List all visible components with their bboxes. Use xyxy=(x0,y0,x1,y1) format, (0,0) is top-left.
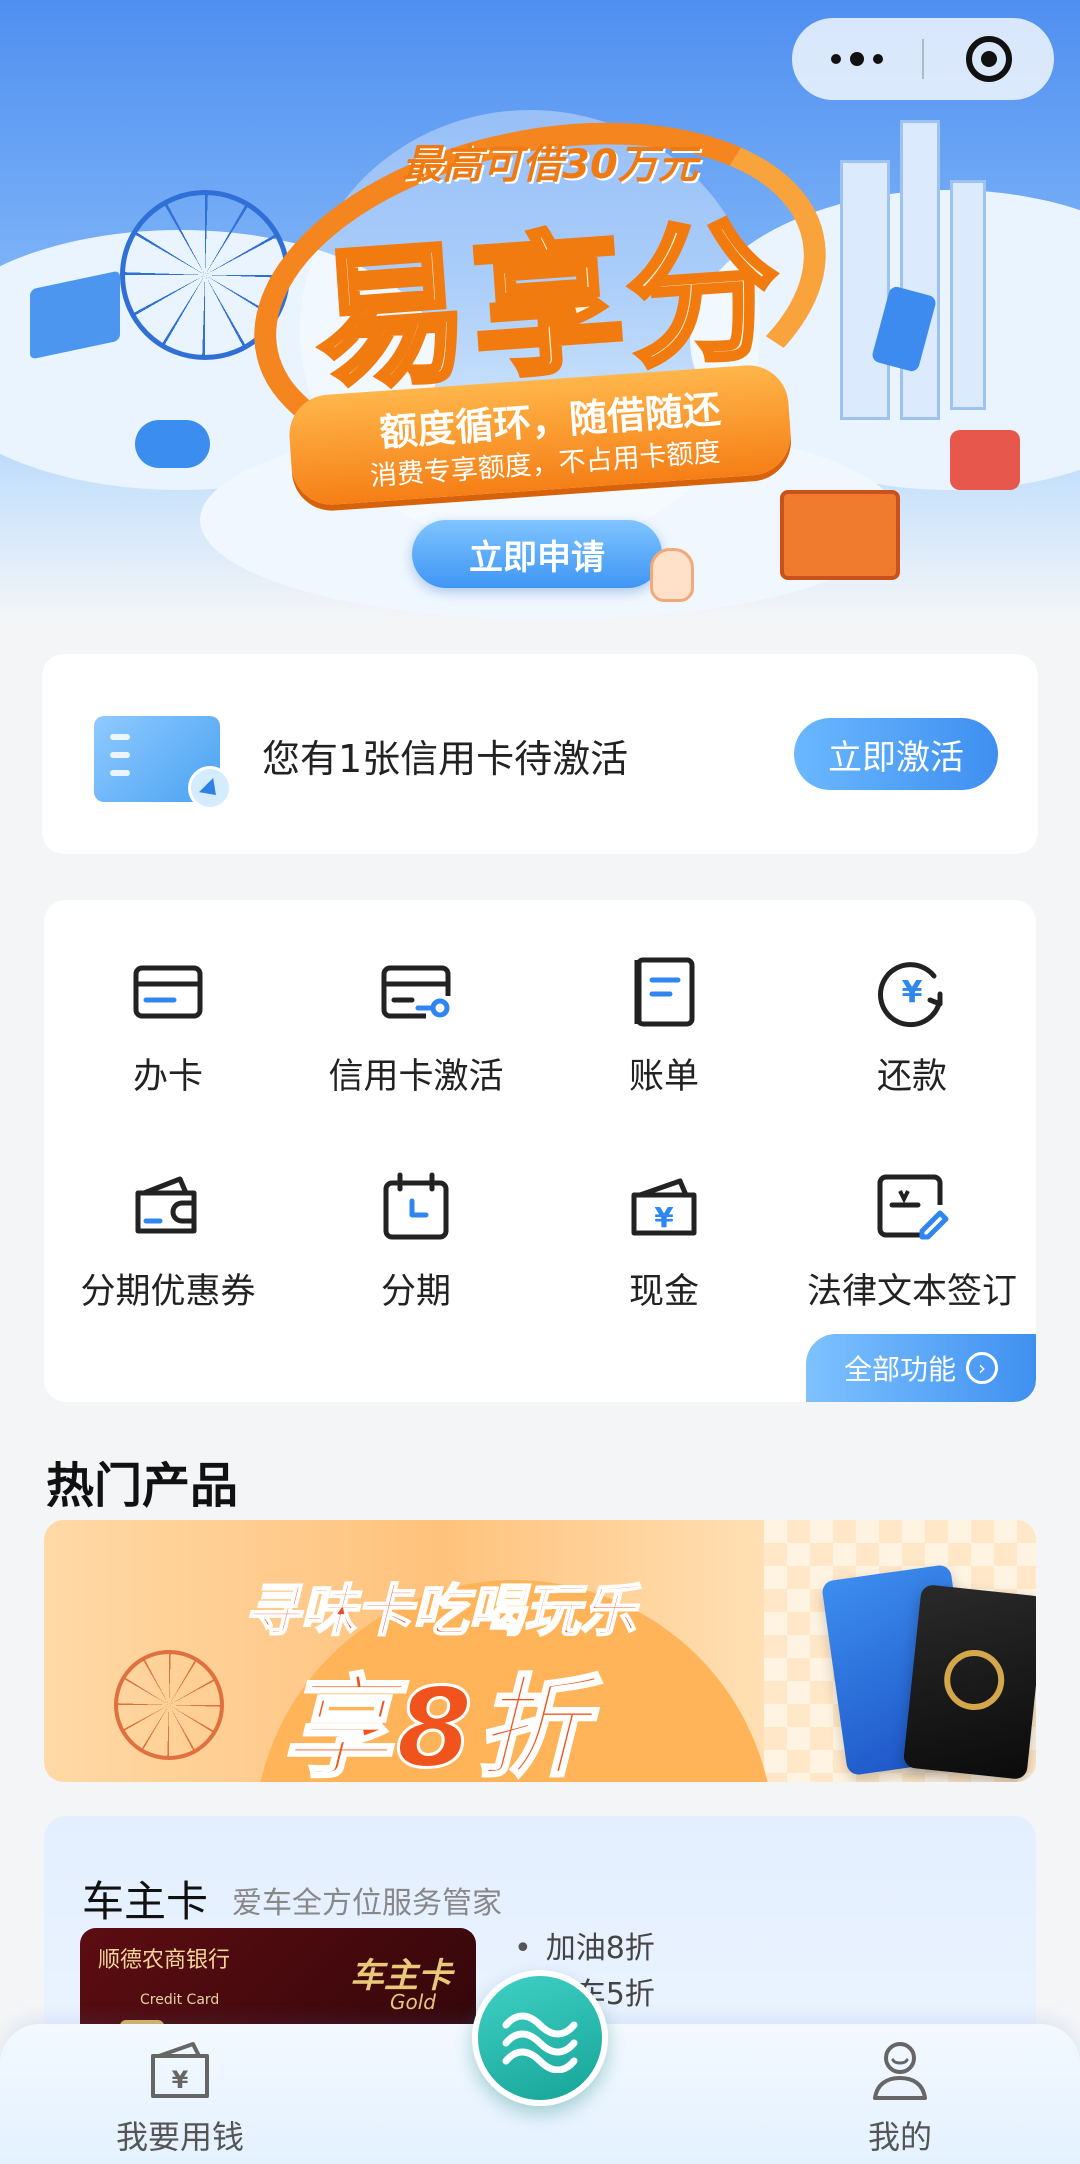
sign-document-icon xyxy=(874,1169,950,1245)
all-functions-label: 全部功能 xyxy=(843,1353,956,1386)
func-label: 办卡 xyxy=(132,1057,203,1097)
card-bank-name: 顺德农商银行 xyxy=(98,1948,231,1973)
ferris-wheel-icon xyxy=(114,1650,224,1760)
center-home-button[interactable] xyxy=(472,1970,608,2106)
func-installment-coupon[interactable]: 分期优惠券 xyxy=(44,1115,292,1315)
card-icon xyxy=(130,954,206,1030)
function-grid: 办卡 信用卡激活 账单 ¥ 还款 分期优惠券 分期 ¥ 现金 法律文本签订 全部… xyxy=(44,900,1036,1402)
gift-box-icon xyxy=(780,490,900,580)
cash-icon: ¥ xyxy=(626,1169,702,1245)
pointing-hand-icon xyxy=(650,548,694,602)
func-label: 分期 xyxy=(380,1272,451,1312)
tab-use-money[interactable]: ¥ 我要用钱 xyxy=(90,2038,270,2164)
func-label: 法律文本签订 xyxy=(806,1272,1017,1312)
calendar-icon xyxy=(378,1169,454,1245)
all-functions-button[interactable]: 全部功能 › xyxy=(806,1334,1036,1402)
promo-line2: 享8折 xyxy=(281,1663,591,1783)
handbag-icon xyxy=(950,430,1020,490)
building-decoration xyxy=(950,180,986,410)
func-card-activate[interactable]: 信用卡激活 xyxy=(292,900,540,1100)
activation-message: 您有1张信用卡待激活 xyxy=(262,737,629,781)
dot xyxy=(873,54,883,64)
func-repay[interactable]: ¥ 还款 xyxy=(788,900,1036,1100)
card-type: Credit Card xyxy=(140,1992,220,2008)
black-card-image xyxy=(902,1584,1036,1780)
building-decoration xyxy=(840,160,890,420)
promo-banner[interactable]: 寻味卡吃喝玩乐 享8折 xyxy=(44,1520,1036,1782)
product-subtitle: 爱车全方位服务管家 xyxy=(232,1886,502,1921)
card-tier: Gold xyxy=(390,1990,436,2014)
more-dots-icon[interactable] xyxy=(792,18,922,100)
wave-logo-icon xyxy=(502,2012,578,2073)
wallet-icon: ¥ xyxy=(147,2038,213,2102)
func-label: 账单 xyxy=(628,1057,699,1097)
building-decoration xyxy=(900,120,940,420)
target-core xyxy=(981,51,997,67)
svg-text:¥: ¥ xyxy=(654,1201,674,1234)
card-logo-icon xyxy=(941,1647,1008,1713)
apply-now-button[interactable]: 立即申请 xyxy=(412,520,662,588)
func-legal-sign[interactable]: 法律文本签订 xyxy=(788,1115,1036,1315)
target-ring xyxy=(966,36,1012,82)
tab-mine[interactable]: 我的 xyxy=(810,2038,990,2164)
svg-text:¥: ¥ xyxy=(902,975,923,1010)
tab-label: 我的 xyxy=(867,2118,932,2156)
func-apply-card[interactable]: 办卡 xyxy=(44,900,292,1100)
dot xyxy=(850,52,864,66)
func-bill[interactable]: 账单 xyxy=(540,900,788,1100)
bill-icon xyxy=(626,954,702,1030)
coupon-wallet-icon xyxy=(130,1169,206,1245)
func-label: 分期优惠券 xyxy=(80,1272,256,1312)
tab-label: 我要用钱 xyxy=(115,2118,244,2156)
close-miniprogram-icon[interactable] xyxy=(924,18,1054,100)
miniprogram-capsule xyxy=(792,18,1054,100)
card-line xyxy=(110,770,130,776)
user-icon xyxy=(867,2038,933,2102)
benefit-item: 加油8折 xyxy=(514,1926,655,1972)
repay-icon: ¥ xyxy=(874,954,950,1030)
activate-now-button[interactable]: 立即激活 xyxy=(794,718,998,790)
card-activate-icon xyxy=(378,954,454,1030)
product-title: 车主卡 xyxy=(82,1877,209,1926)
gamepad-icon xyxy=(135,420,210,468)
dot xyxy=(831,54,841,64)
func-label: 还款 xyxy=(876,1057,947,1097)
chevron-right-icon: › xyxy=(966,1352,998,1384)
func-cash[interactable]: ¥ 现金 xyxy=(540,1115,788,1315)
card-line xyxy=(110,734,130,740)
func-label: 信用卡激活 xyxy=(328,1057,504,1097)
func-label: 现金 xyxy=(628,1272,699,1312)
hot-products-title: 热门产品 xyxy=(46,1458,239,1514)
activation-card: 您有1张信用卡待激活 立即激活 xyxy=(42,654,1038,854)
promo-line1: 寻味卡吃喝玩乐 xyxy=(243,1578,637,1645)
svg-text:¥: ¥ xyxy=(172,2066,189,2094)
card-line xyxy=(110,752,130,758)
func-installment[interactable]: 分期 xyxy=(292,1115,540,1315)
